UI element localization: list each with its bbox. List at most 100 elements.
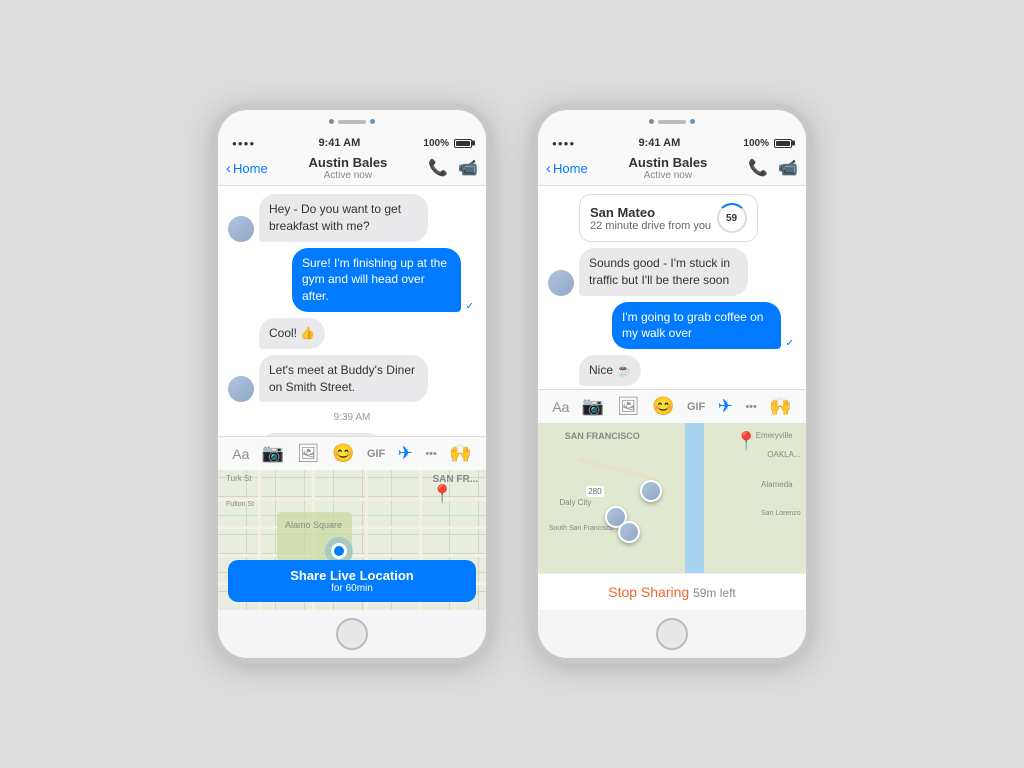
active-status-left: Active now	[309, 170, 388, 181]
more-toolbar-right[interactable]: •••	[745, 401, 757, 413]
home-button-right[interactable]	[656, 618, 688, 650]
battery-pct-right: 100%	[743, 138, 769, 149]
bubble-1: Hey - Do you want to get breakfast with …	[259, 194, 428, 242]
send-icon-left[interactable]: ✈	[398, 443, 413, 464]
map-left: Turk St SAN FR... Alamo Square Fulton St…	[218, 470, 486, 610]
camera-right-right	[690, 119, 695, 124]
chat-area-right: San Mateo 22 minute drive from you 59 So…	[538, 186, 806, 610]
time-right: 9:41 AM	[638, 137, 680, 149]
phone-right: ●●●● 9:41 AM 100% ‹ Home Austin Bales Ac…	[532, 104, 812, 664]
status-bar-right: ●●●● 9:41 AM 100%	[538, 131, 806, 151]
location-name: San Mateo	[590, 205, 711, 220]
bubble-3: Cool! 👍	[259, 318, 325, 349]
gif-toolbar-left[interactable]: GIF	[367, 448, 385, 460]
signal-left: ●●●●	[232, 139, 255, 148]
photo-toolbar-icon-left[interactable]: 🖼	[297, 443, 320, 464]
msg-row-4: Let's meet at Buddy's Diner on Smith Str…	[228, 355, 476, 403]
speaker-left	[338, 120, 366, 124]
emoji-toolbar-icon-right[interactable]: 😊	[652, 396, 674, 417]
battery-icon-right	[774, 139, 792, 148]
scene: ●●●● 9:41 AM 100% ‹ Home Austin Bales Ac…	[0, 0, 1024, 768]
map-water: 280 SAN FRANCISCO Emeryville OAKLA... Al…	[538, 423, 806, 573]
emeryville-label: Emeryville	[756, 431, 793, 440]
read-receipt-left: ✓	[466, 301, 474, 312]
phone-right-top	[538, 110, 806, 131]
gif-toolbar-right[interactable]: GIF	[687, 401, 705, 413]
camera-left	[329, 119, 334, 124]
stop-sharing-time: 59m left	[693, 586, 736, 600]
location-card-inner: San Mateo 22 minute drive from you 59	[590, 203, 747, 233]
camera-toolbar-icon-left[interactable]: 📷	[262, 443, 284, 464]
status-bar-left: ●●●● 9:41 AM 100%	[218, 131, 486, 151]
battery-pct-left: 100%	[423, 138, 449, 149]
avatar-4	[228, 376, 254, 402]
hands-icon-left: 🙌	[449, 443, 471, 464]
bubble-r3: Nice ☕	[579, 355, 641, 386]
nav-center-left: Austin Bales Active now	[309, 155, 388, 181]
toolbar-font-right[interactable]: Aa	[552, 399, 569, 415]
call-icon-left[interactable]: 📞	[428, 158, 448, 178]
contact-name-left[interactable]: Austin Bales	[309, 155, 388, 170]
toolbar-left: Aa 📷 🖼 😊 GIF ✈ ••• 🙌	[218, 436, 486, 470]
map-avatar-pin-3	[618, 521, 640, 543]
location-card[interactable]: San Mateo 22 minute drive from you 59	[579, 194, 758, 242]
timer-circle: 59	[717, 203, 747, 233]
back-button-right[interactable]: ‹ Home	[546, 160, 588, 177]
photo-toolbar-icon-right[interactable]: 🖼	[617, 396, 640, 417]
share-location-button[interactable]: Share Live Location for 60min	[228, 560, 476, 602]
back-label-right: Home	[553, 161, 588, 176]
avatar-1	[228, 216, 254, 242]
phone-left: ●●●● 9:41 AM 100% ‹ Home Austin Bales Ac…	[212, 104, 492, 664]
alameda-label: Alameda	[761, 480, 793, 489]
map-pin-right: 📍	[735, 431, 757, 452]
nav-bar-right: ‹ Home Austin Bales Active now 📞 📹	[538, 151, 806, 186]
toolbar-right: Aa 📷 🖼 😊 GIF ✈ ••• 🙌	[538, 389, 806, 423]
home-button-area-left	[218, 610, 486, 658]
video-icon-right[interactable]: 📹	[778, 158, 798, 178]
messages-left: Hey - Do you want to get breakfast with …	[218, 186, 486, 436]
dalycity-label: Daly City	[559, 498, 591, 507]
share-location-sub: for 60min	[236, 583, 468, 594]
contact-name-right[interactable]: Austin Bales	[629, 155, 708, 170]
back-chevron-left: ‹	[226, 160, 231, 177]
speaker-right	[658, 120, 686, 124]
camera-toolbar-icon-right[interactable]: 📷	[582, 396, 604, 417]
send-icon-right[interactable]: ✈	[718, 396, 733, 417]
toolbar-font-left[interactable]: Aa	[232, 446, 249, 462]
road-label-280: 280	[586, 486, 603, 497]
battery-icon-left	[454, 139, 472, 148]
avatar-r1	[548, 270, 574, 296]
nav-icons-left: 📞 📹	[428, 158, 478, 178]
read-receipt-right: ✓	[786, 338, 794, 349]
emoji-toolbar-icon-left[interactable]: 😊	[332, 443, 354, 464]
bubble-2: Sure! I'm finishing up at the gym and wi…	[292, 248, 461, 312]
video-icon-left[interactable]: 📹	[458, 158, 478, 178]
phone-left-top	[218, 110, 486, 131]
msg-row-1: Hey - Do you want to get breakfast with …	[228, 194, 476, 242]
stop-sharing-button[interactable]: Stop Sharing 59m left	[538, 573, 806, 610]
call-icon-right[interactable]: 📞	[748, 158, 768, 178]
southsf-label: South San Francisco	[549, 525, 614, 532]
hands-icon-right: 🙌	[769, 396, 791, 417]
map-pin-left: 📍	[431, 484, 453, 505]
more-toolbar-left[interactable]: •••	[425, 448, 437, 460]
home-button-left[interactable]	[336, 618, 368, 650]
msg-row-r3: Nice ☕	[548, 355, 796, 386]
map-right: 280 SAN FRANCISCO Emeryville OAKLA... Al…	[538, 423, 806, 573]
sanlorenzo-label: San Lorenzo	[761, 510, 801, 517]
back-button-left[interactable]: ‹ Home	[226, 160, 268, 177]
msg-row-2: Sure! I'm finishing up at the gym and wi…	[228, 248, 476, 312]
map-label-turk: Turk St	[226, 474, 251, 483]
map-label-fulton: Fulton St	[226, 501, 254, 508]
map-avatar-pin-1	[640, 480, 662, 502]
camera-right	[370, 119, 375, 124]
bubble-4: Let's meet at Buddy's Diner on Smith Str…	[259, 355, 428, 403]
nav-icons-right: 📞 📹	[748, 158, 798, 178]
stop-sharing-label: Stop Sharing	[608, 584, 689, 600]
messages-right: San Mateo 22 minute drive from you 59 So…	[538, 186, 806, 389]
msg-time-1: 9:39 AM	[228, 412, 476, 423]
home-button-area-right	[538, 610, 806, 658]
battery-status-right: 100%	[743, 138, 792, 149]
time-left: 9:41 AM	[318, 137, 360, 149]
msg-row-3: Cool! 👍	[228, 318, 476, 349]
